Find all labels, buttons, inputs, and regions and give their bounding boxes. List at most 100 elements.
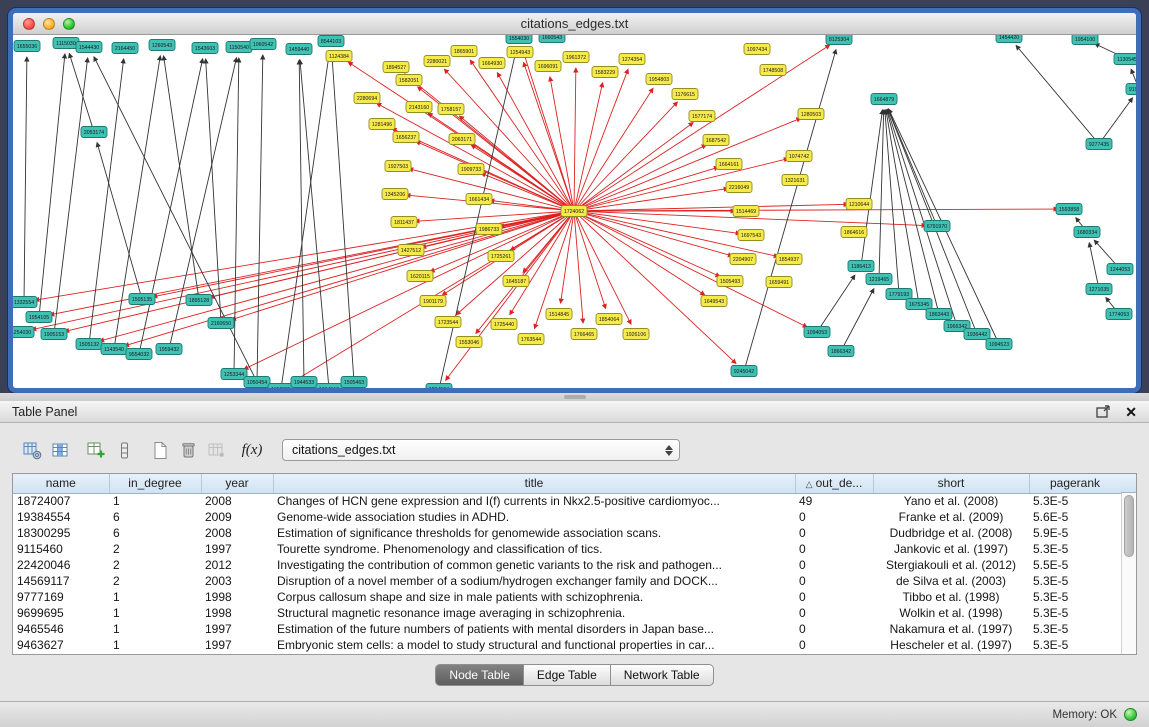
graph-node[interactable]: 1143540: [101, 344, 127, 355]
graph-edge[interactable]: [574, 211, 631, 324]
graph-node[interactable]: 1779193: [886, 289, 912, 300]
table-cell[interactable]: 0: [795, 509, 873, 525]
graph-node[interactable]: 1505493: [717, 276, 743, 287]
graph-node[interactable]: 1664879: [871, 94, 897, 105]
table-row[interactable]: 977716911998Corpus callosum shape and si…: [13, 589, 1121, 605]
table-mode-button[interactable]: [18, 437, 46, 463]
graph-node[interactable]: 1097434: [744, 44, 770, 55]
graph-edge[interactable]: [94, 57, 257, 382]
table-cell[interactable]: 5.3E-5: [1029, 493, 1121, 509]
table-row[interactable]: 1938455462009Genome-wide association stu…: [13, 509, 1121, 525]
network-window-titlebar[interactable]: citations_edges.txt: [13, 13, 1136, 35]
table-cell[interactable]: Wolkin et al. (1998): [873, 605, 1029, 621]
graph-node[interactable]: 1345206: [382, 189, 408, 200]
graph-node[interactable]: 1895128: [186, 295, 212, 306]
table-cell[interactable]: Estimation of the future numbers of pati…: [273, 621, 795, 637]
graph-node[interactable]: 2160650: [208, 318, 234, 329]
graph-edge[interactable]: [234, 58, 239, 374]
table-cell[interactable]: 14569117: [13, 573, 109, 589]
graph-node[interactable]: 1660543: [539, 35, 565, 43]
table-cell[interactable]: 1: [109, 621, 201, 637]
graph-edge[interactable]: [574, 211, 583, 323]
function-builder-button[interactable]: f(x): [238, 437, 266, 463]
graph-edge[interactable]: [879, 110, 884, 279]
zoom-button[interactable]: [63, 18, 75, 30]
column-header-name[interactable]: name: [13, 474, 109, 493]
graph-node[interactable]: 1894527: [383, 62, 409, 73]
graph-edge[interactable]: [1099, 98, 1133, 144]
table-cell[interactable]: Tibbo et al. (1998): [873, 589, 1029, 605]
table-cell[interactable]: 5.3E-5: [1029, 573, 1121, 589]
table-cell[interactable]: Yano et al. (2008): [873, 493, 1029, 509]
graph-node[interactable]: 1094523: [986, 339, 1012, 350]
graph-node[interactable]: 1321631: [782, 175, 808, 186]
table-cell[interactable]: Jankovic et al. (1997): [873, 541, 1029, 557]
graph-node[interactable]: 2053174: [81, 127, 107, 138]
graph-node[interactable]: 2164450: [112, 43, 138, 54]
column-header-short[interactable]: short: [873, 474, 1029, 493]
graph-node[interactable]: 1186413: [848, 261, 874, 272]
graph-node[interactable]: 1281496: [369, 119, 395, 130]
table-selector[interactable]: citations_edges.txt: [282, 439, 680, 461]
new-table-button[interactable]: [146, 437, 174, 463]
table-cell[interactable]: Tourette syndrome. Phenomenology and cla…: [273, 541, 795, 557]
graph-edge[interactable]: [332, 52, 354, 382]
graph-node[interactable]: 1210644: [846, 199, 872, 210]
graph-node[interactable]: 1723544: [435, 317, 461, 328]
graph-edge[interactable]: [574, 102, 677, 211]
graph-node[interactable]: 1514469: [733, 206, 759, 217]
graph-node[interactable]: 1854937: [776, 254, 802, 265]
row-selector-button[interactable]: [110, 437, 138, 463]
graph-edge[interactable]: [574, 159, 788, 211]
graph-node[interactable]: 1758157: [438, 104, 464, 115]
table-row[interactable]: 1830029562008Estimation of significance …: [13, 525, 1121, 541]
graph-node[interactable]: 1763544: [518, 334, 544, 345]
table-cell[interactable]: 0: [795, 525, 873, 541]
column-header-out-de-[interactable]: △out_de...: [795, 474, 873, 493]
graph-node[interactable]: 1280503: [798, 109, 824, 120]
graph-node[interactable]: 1553046: [456, 337, 482, 348]
column-header-title[interactable]: title: [273, 474, 795, 493]
graph-edge[interactable]: [574, 68, 576, 211]
table-cell[interactable]: 0: [795, 637, 873, 653]
tab-network-table[interactable]: Network Table: [611, 664, 714, 686]
table-cell[interactable]: Corpus callosum shape and size in male p…: [273, 589, 795, 605]
column-header-in-degree[interactable]: in_degree: [109, 474, 201, 493]
graph-node[interactable]: 1260543: [149, 40, 175, 51]
table-row[interactable]: 946362711997Embryonic stem cells: a mode…: [13, 637, 1121, 653]
graph-node[interactable]: 1811437: [391, 217, 417, 228]
table-cell[interactable]: 1997: [201, 637, 273, 653]
table-cell[interactable]: 5.5E-5: [1029, 557, 1121, 573]
graph-node[interactable]: 1115030: [53, 38, 79, 49]
graph-edge[interactable]: [281, 52, 329, 388]
graph-node[interactable]: 1219465: [866, 274, 892, 285]
graph-node[interactable]: 1582051: [396, 75, 422, 86]
table-cell[interactable]: Estimation of significance thresholds fo…: [273, 525, 795, 541]
graph-node[interactable]: 1645187: [503, 276, 529, 287]
table-row[interactable]: 946554611997Estimation of the future num…: [13, 621, 1121, 637]
table-cell[interactable]: Changes of HCN gene expression and I(f) …: [273, 493, 795, 509]
table-cell[interactable]: Investigating the contribution of common…: [273, 557, 795, 573]
graph-node[interactable]: 1332554: [13, 297, 37, 308]
column-header-pagerank[interactable]: pagerank: [1029, 474, 1121, 493]
table-cell[interactable]: 1: [109, 589, 201, 605]
panel-splitter[interactable]: [0, 393, 1149, 401]
delete-table-button[interactable]: [174, 437, 202, 463]
minimize-button[interactable]: [43, 18, 55, 30]
graph-node[interactable]: 1150540: [226, 42, 252, 53]
graph-node[interactable]: 1554030: [506, 35, 532, 44]
table-cell[interactable]: 0: [795, 605, 873, 621]
graph-node[interactable]: 1124384: [326, 51, 352, 62]
graph-node[interactable]: 8544103: [318, 36, 344, 47]
graph-node[interactable]: 1050454: [244, 377, 270, 388]
table-cell[interactable]: 5.3E-5: [1029, 589, 1121, 605]
graph-node[interactable]: 9554032: [126, 349, 152, 360]
graph-edge[interactable]: [430, 211, 574, 272]
graph-node[interactable]: 1961372: [563, 52, 589, 63]
table-cell[interactable]: de Silva et al. (2003): [873, 573, 1029, 589]
graph-node[interactable]: 8125304: [826, 35, 852, 45]
table-cell[interactable]: 5.6E-5: [1029, 509, 1121, 525]
graph-node[interactable]: 1544430: [76, 42, 102, 53]
graph-node[interactable]: 1687542: [703, 135, 729, 146]
table-cell[interactable]: 6: [109, 525, 201, 541]
